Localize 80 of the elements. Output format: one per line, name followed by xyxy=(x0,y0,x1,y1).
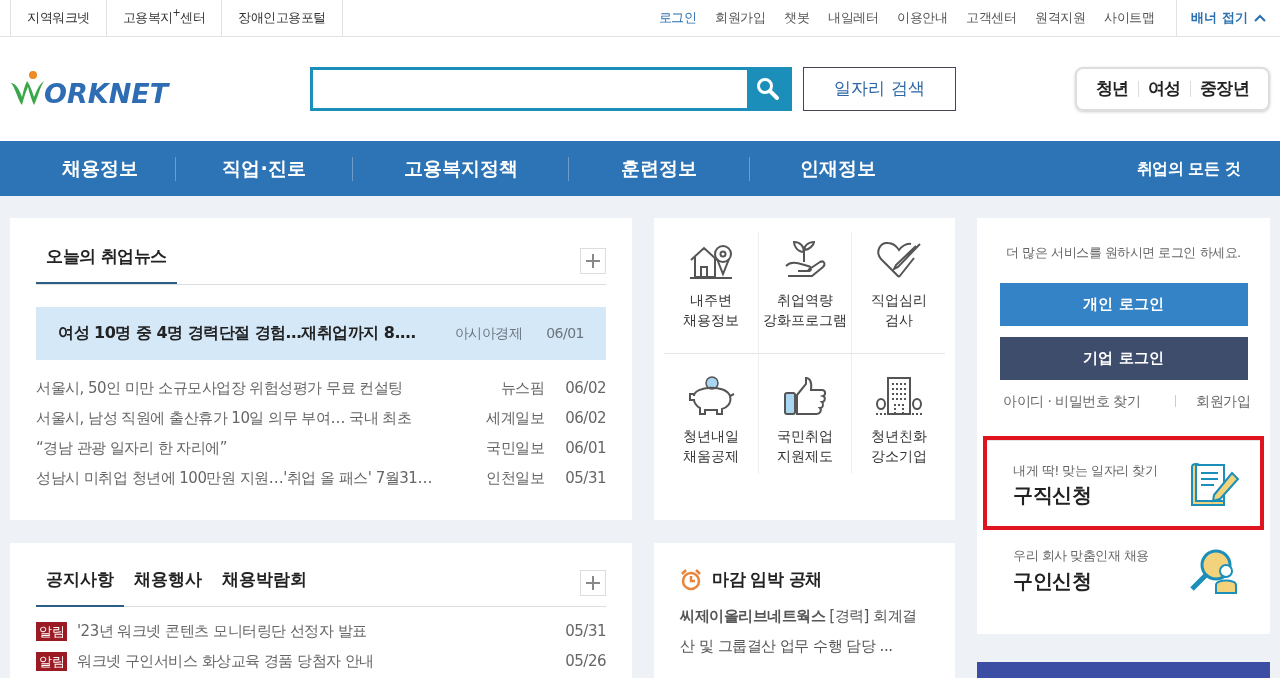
top-link[interactable]: 원격지원 xyxy=(1035,8,1086,28)
section-title: 오늘의 취업뉴스 xyxy=(36,244,177,284)
service-link[interactable]: 청년내일 채움공제 xyxy=(664,353,758,475)
job-posting-text[interactable]: 씨제이올리브네트웍스 [경력] 회계결산 및 그룹결산 업무 수행 담당 ... xyxy=(680,600,929,661)
card-subtitle: 우리 회사 맞춤인재 채용 xyxy=(1013,547,1150,565)
nav-item[interactable]: 채용정보 xyxy=(25,153,175,184)
news-title[interactable]: 성남시 미취업 청년에 100만원 지원…'취업 올 패스' 7월31… xyxy=(36,467,466,490)
login-message: 더 많은 서비스를 원하시면 로그인 하세요. xyxy=(1005,244,1242,262)
tab[interactable]: 채용박람회 xyxy=(212,567,317,607)
thumbs-up-icon xyxy=(782,375,828,416)
top-link[interactable]: 회원가입 xyxy=(715,8,766,28)
plus-icon xyxy=(586,575,600,590)
nav-item[interactable]: 직업·진로 xyxy=(176,153,352,184)
building-icon xyxy=(873,375,924,416)
top-link[interactable]: 장애인고용포털 xyxy=(222,0,343,36)
top-link[interactable]: 내일레터 xyxy=(828,8,879,28)
news-source: 아시아경제 xyxy=(454,323,522,343)
notice-tag: 알림 xyxy=(36,621,67,642)
job-search-button[interactable]: 일자리 검색 xyxy=(803,67,956,111)
audience-link[interactable]: 여성 xyxy=(1138,76,1190,102)
top-link[interactable]: 지역워크넷 xyxy=(11,0,107,36)
search-field[interactable] xyxy=(310,67,792,111)
login-button[interactable]: 기업 로그인 xyxy=(999,336,1248,380)
notice-title[interactable]: 워크넷 구인서비스 화상교육 경품 당첨자 안내 xyxy=(77,650,544,673)
top-link[interactable]: 로그인 xyxy=(658,8,697,28)
top-link[interactable]: 고객센터 xyxy=(966,8,1017,28)
news-source: 국민일보 xyxy=(486,438,544,460)
notice-tag: 알림 xyxy=(36,651,67,672)
plus-icon xyxy=(586,253,600,268)
news-source: 인천일보 xyxy=(486,468,544,490)
tab[interactable]: 공지사항 xyxy=(36,567,124,607)
service-link[interactable]: 취업역량 강화프로그램 xyxy=(757,232,852,354)
featured-news[interactable]: 여성 10명 중 4명 경력단절 경험…재취업까지 8.… 아시아경제 06/01 xyxy=(36,306,606,360)
news-date: 06/01 xyxy=(545,323,584,343)
news-date: 05/31 xyxy=(564,468,606,490)
account-link[interactable]: 아이디 · 비밀번호 찾기 xyxy=(1003,390,1141,412)
more-button[interactable] xyxy=(580,247,606,274)
news-title[interactable]: 여성 10명 중 4명 경력단절 경험…재취업까지 8.… xyxy=(58,321,435,345)
top-link[interactable]: 사이트맵 xyxy=(1104,8,1155,28)
top-link[interactable]: 이용안내 xyxy=(897,8,948,28)
news-source: 뉴스핌 xyxy=(500,378,544,400)
top-link[interactable]: 챗봇 xyxy=(784,8,810,28)
news-title[interactable]: 서울시, 남성 직원에 출산휴가 10일 의무 부여… 국내 최초 xyxy=(36,407,466,430)
audience-link[interactable]: 중장년 xyxy=(1190,76,1258,102)
apply-card[interactable]: 우리 회사 맞춤인재 채용 구인신청 xyxy=(987,526,1260,612)
alarm-clock-icon xyxy=(680,568,702,591)
notice-title[interactable]: '23년 워크넷 콘텐츠 모니터링단 선정자 발표 xyxy=(77,620,544,643)
service-link[interactable]: 내주변 채용정보 xyxy=(664,232,758,354)
logo-text: ORKNET xyxy=(44,80,169,107)
logo-mark-icon xyxy=(10,71,44,107)
service-link[interactable]: 직업심리 검사 xyxy=(851,232,945,354)
news-date: 06/02 xyxy=(564,408,606,430)
notice-date: 05/26 xyxy=(564,651,606,673)
more-button[interactable] xyxy=(580,569,606,596)
card-subtitle: 내게 딱! 맞는 일자리 찾기 xyxy=(1013,461,1159,480)
login-button[interactable]: 개인 로그인 xyxy=(999,282,1248,326)
news-date: 06/02 xyxy=(564,378,606,400)
top-link[interactable]: 고용복지$^{+}$센터 xyxy=(106,0,223,36)
card-title: 구인신청 xyxy=(1013,567,1092,595)
nav-item[interactable]: 인재정보 xyxy=(750,153,925,184)
service-link[interactable]: 청년친화 강소기업 xyxy=(851,353,945,475)
nav-item[interactable]: 훈련정보 xyxy=(569,153,749,184)
search-button[interactable] xyxy=(747,70,789,108)
account-link[interactable]: 회원가입 xyxy=(1196,390,1250,412)
news-date: 06/01 xyxy=(564,438,606,460)
nav-item[interactable]: 고용복지정책 xyxy=(353,153,568,184)
apply-card[interactable]: 내게 딱! 맞는 일자리 찾기 구직신청 xyxy=(987,439,1260,526)
chevron-up-icon xyxy=(1254,14,1266,22)
news-title[interactable]: 서울시, 50인 미만 소규모사업장 위험성평가 무료 컨설팅 xyxy=(36,377,481,400)
notice-date: 05/31 xyxy=(564,621,606,643)
news-source: 세계일보 xyxy=(486,408,544,430)
search-icon xyxy=(756,77,780,101)
card-title: 구직신청 xyxy=(1013,482,1092,509)
nav-tagline[interactable]: 취업의 모든 것 xyxy=(1136,156,1240,181)
section-title: 마감 임박 공채 xyxy=(712,568,822,591)
audience-link[interactable]: 청년 xyxy=(1086,76,1138,102)
tab[interactable]: 채용행사 xyxy=(124,567,212,607)
heart-pen-icon xyxy=(875,240,922,280)
news-title[interactable]: “경남 관광 일자리 한 자리에” xyxy=(36,437,466,460)
service-link[interactable]: 국민취업 지원제도 xyxy=(757,353,852,475)
